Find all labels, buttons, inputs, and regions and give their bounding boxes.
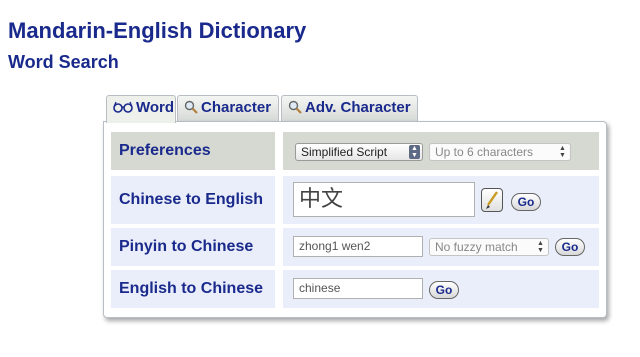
tab-adv-character-label: Adv. Character xyxy=(305,99,411,116)
handwriting-button[interactable] xyxy=(481,188,503,212)
tab-character-label: Character xyxy=(201,99,272,116)
preferences-content: Simplified Script ▲ ▼ Up to 6 characters … xyxy=(283,132,599,170)
english-to-chinese-label: English to Chinese xyxy=(111,270,275,308)
characters-select-value: Up to 6 characters xyxy=(435,145,534,159)
tab-character[interactable]: Character xyxy=(177,95,279,121)
glasses-icon xyxy=(113,100,133,118)
tab-word-label: Word xyxy=(136,99,175,116)
script-select-value: Simplified Script xyxy=(301,145,388,159)
magnifier-icon xyxy=(184,100,198,118)
search-panel: Preferences Simplified Script ▲ ▼ Up to 6… xyxy=(103,121,607,318)
select-arrows-icon: ▲ ▼ xyxy=(537,240,544,254)
chinese-to-english-row: Chinese to English 中文 Go xyxy=(111,176,599,224)
fuzzy-match-select[interactable]: No fuzzy match ▲ ▼ xyxy=(429,238,549,256)
select-arrows-icon: ▲ ▼ xyxy=(409,145,420,159)
english-to-chinese-row: English to Chinese chinese Go xyxy=(111,270,599,308)
select-arrows-icon: ▲ ▼ xyxy=(559,145,566,159)
english-input[interactable]: chinese xyxy=(293,278,423,299)
english-to-chinese-content: chinese Go xyxy=(283,270,599,308)
chinese-go-button[interactable]: Go xyxy=(511,193,541,211)
fuzzy-match-select-value: No fuzzy match xyxy=(435,240,518,254)
pinyin-input[interactable]: zhong1 wen2 xyxy=(293,236,423,257)
pinyin-to-chinese-content: zhong1 wen2 No fuzzy match ▲ ▼ Go xyxy=(283,228,599,266)
brush-icon xyxy=(482,191,502,215)
page-subtitle: Word Search xyxy=(8,52,119,72)
pinyin-to-chinese-label: Pinyin to Chinese xyxy=(111,228,275,266)
script-select[interactable]: Simplified Script ▲ ▼ xyxy=(295,143,423,161)
chinese-to-english-label: Chinese to English xyxy=(111,176,275,224)
pinyin-go-button[interactable]: Go xyxy=(555,238,585,256)
tab-word[interactable]: Word xyxy=(106,95,176,123)
pinyin-to-chinese-row: Pinyin to Chinese zhong1 wen2 No fuzzy m… xyxy=(111,228,599,266)
chinese-input[interactable]: 中文 xyxy=(293,182,475,217)
preferences-row: Preferences Simplified Script ▲ ▼ Up to 6… xyxy=(111,132,599,170)
tab-adv-character[interactable]: Adv. Character xyxy=(281,95,418,121)
page-title: Mandarin-English Dictionary xyxy=(8,18,307,43)
preferences-label: Preferences xyxy=(111,132,275,170)
english-go-button[interactable]: Go xyxy=(429,281,459,299)
chinese-to-english-content: 中文 Go xyxy=(283,176,599,224)
characters-select[interactable]: Up to 6 characters ▲ ▼ xyxy=(429,143,571,161)
magnifier-icon xyxy=(288,100,302,118)
